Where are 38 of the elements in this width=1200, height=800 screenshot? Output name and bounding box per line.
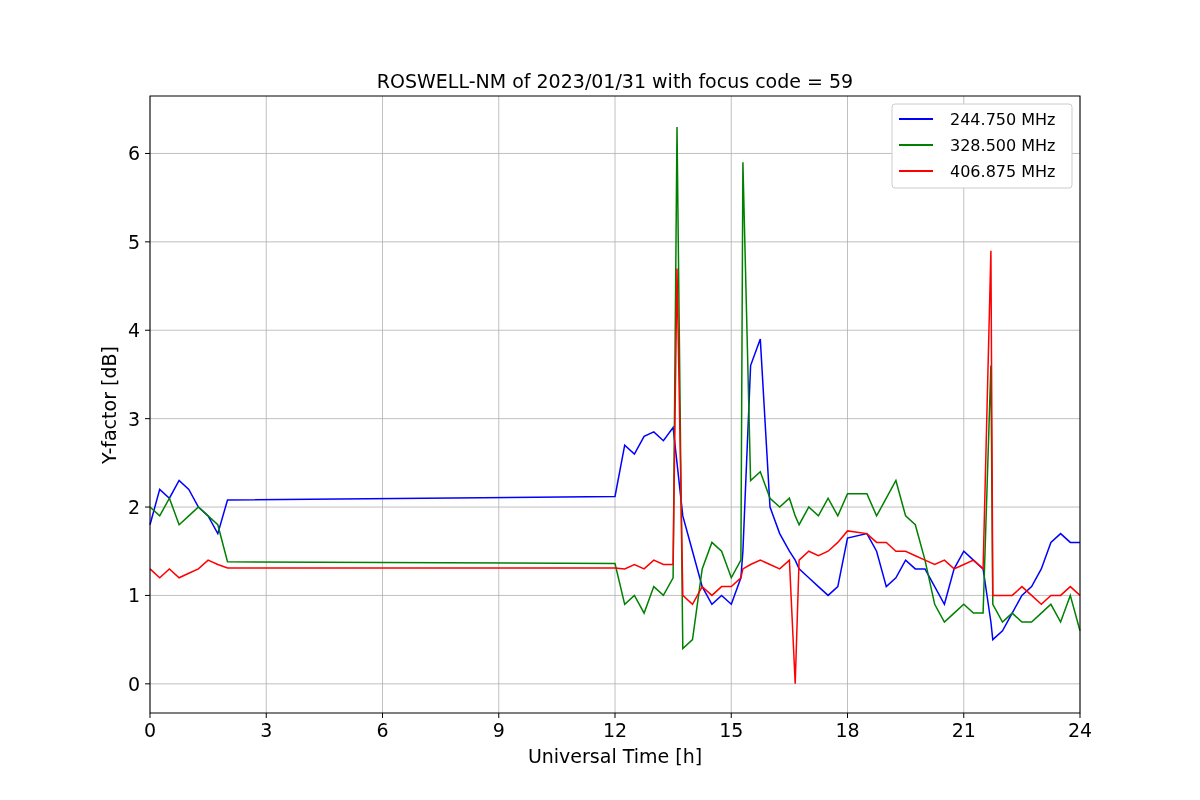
tick-mark (144, 506, 151, 508)
x-tick-label: 24 (1067, 719, 1093, 741)
tick-mark (144, 152, 151, 154)
x-tick-label: 6 (376, 719, 389, 741)
tick-mark (498, 712, 500, 719)
x-tick-label: 3 (260, 719, 273, 741)
y-tick-label: 2 (127, 496, 140, 519)
y-tick-label: 1 (127, 584, 140, 607)
tick-mark (144, 594, 151, 596)
tick-mark (1079, 712, 1081, 719)
tick-mark (144, 418, 151, 420)
y-tick-label: 0 (127, 672, 140, 695)
tick-mark (144, 683, 151, 685)
x-axis-label: Universal Time [h] (527, 745, 703, 767)
x-tick-label: 0 (143, 719, 157, 741)
y-tick-label: 5 (127, 230, 140, 253)
tick-mark (144, 241, 151, 243)
chart-title: ROSWELL-NM of 2023/01/31 with focus code = 59 (376, 70, 854, 92)
tick-mark (730, 712, 732, 719)
x-tick-label: 18 (835, 719, 860, 741)
legend-label: 328.500 MHz (950, 136, 1056, 155)
tick-mark (847, 712, 848, 719)
tick-mark (963, 712, 965, 719)
tick-mark (614, 712, 616, 719)
x-tick-label: 15 (719, 719, 744, 741)
x-tick-label: 12 (602, 719, 628, 741)
tick-mark (382, 712, 383, 719)
legend-label: 244.750 MHz (950, 110, 1056, 129)
tick-mark (149, 712, 151, 719)
legend-label: 406.875 MHz (950, 162, 1056, 181)
x-tick-label: 9 (492, 719, 505, 741)
y-tick-label: 6 (127, 142, 140, 165)
y-tick-label: 3 (127, 407, 140, 430)
y-tick-label: 4 (127, 319, 140, 342)
x-tick-label: 21 (951, 719, 976, 741)
tick-mark (144, 329, 151, 331)
tick-mark (265, 712, 267, 719)
y-axis-label: Y-factor [dB] (98, 346, 120, 464)
